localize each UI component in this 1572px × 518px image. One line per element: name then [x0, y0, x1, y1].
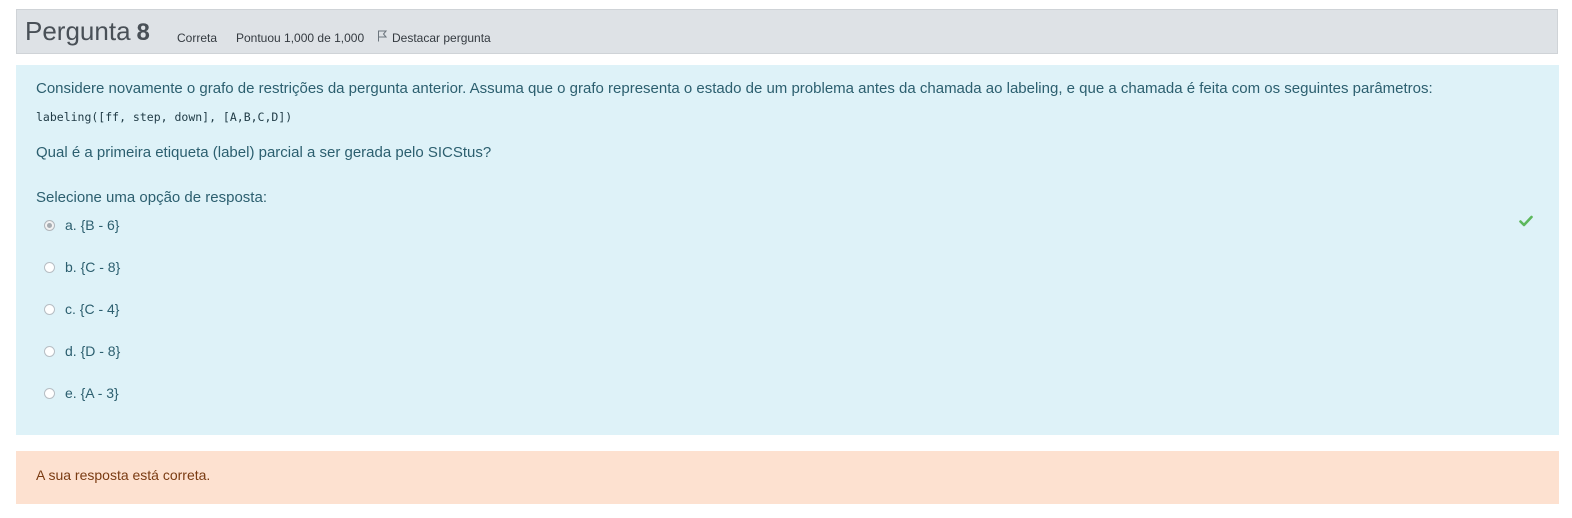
- question-state: Correta: [177, 31, 218, 45]
- feedback-box: A sua resposta está correta.: [16, 451, 1559, 504]
- answer-option-c[interactable]: c. {C - 4}: [44, 299, 119, 319]
- flag-label: Destacar pergunta: [392, 31, 491, 45]
- question-number: 8: [136, 19, 150, 46]
- question-word: Pergunta: [25, 16, 131, 46]
- answer-option-e[interactable]: e. {A - 3}: [44, 383, 119, 403]
- code-snippet: labeling([ff, step, down], [A,B,C,D]): [36, 110, 293, 124]
- answer-option-d[interactable]: d. {D - 8}: [44, 341, 120, 361]
- answer-option-a[interactable]: a. {B - 6}: [44, 215, 119, 235]
- radio-a[interactable]: [44, 219, 55, 231]
- flag-question-link[interactable]: Destacar pergunta: [377, 30, 491, 46]
- question-content: Considere novamente o grafo de restriçõe…: [16, 65, 1559, 435]
- radio-d[interactable]: [44, 345, 55, 357]
- answer-option-b[interactable]: b. {C - 8}: [44, 257, 120, 277]
- check-icon: [1519, 214, 1533, 232]
- radio-e[interactable]: [44, 387, 55, 399]
- radio-c[interactable]: [44, 303, 55, 315]
- option-label-a: a. {B - 6}: [65, 217, 120, 233]
- option-label-d: d. {D - 8}: [65, 343, 121, 359]
- option-label-c: c. {C - 4}: [65, 301, 120, 317]
- question-subtext: Qual é a primeira etiqueta (label) parci…: [36, 144, 492, 161]
- option-label-e: e. {A - 3}: [65, 385, 119, 401]
- option-label-b: b. {C - 8}: [65, 259, 121, 275]
- flag-icon: [377, 30, 392, 46]
- question-title: Pergunta 8: [25, 16, 150, 48]
- question-header: Pergunta 8 Correta Pontuou 1,000 de 1,000…: [16, 9, 1558, 54]
- feedback-text: A sua resposta está correta.: [36, 467, 211, 483]
- quiz-page: Pergunta 8 Correta Pontuou 1,000 de 1,000…: [0, 0, 1572, 518]
- radio-b[interactable]: [44, 261, 55, 273]
- question-text: Considere novamente o grafo de restriçõe…: [36, 80, 1433, 97]
- question-grade: Pontuou 1,000 de 1,000: [236, 31, 365, 45]
- answer-prompt: Selecione uma opção de resposta:: [36, 189, 267, 206]
